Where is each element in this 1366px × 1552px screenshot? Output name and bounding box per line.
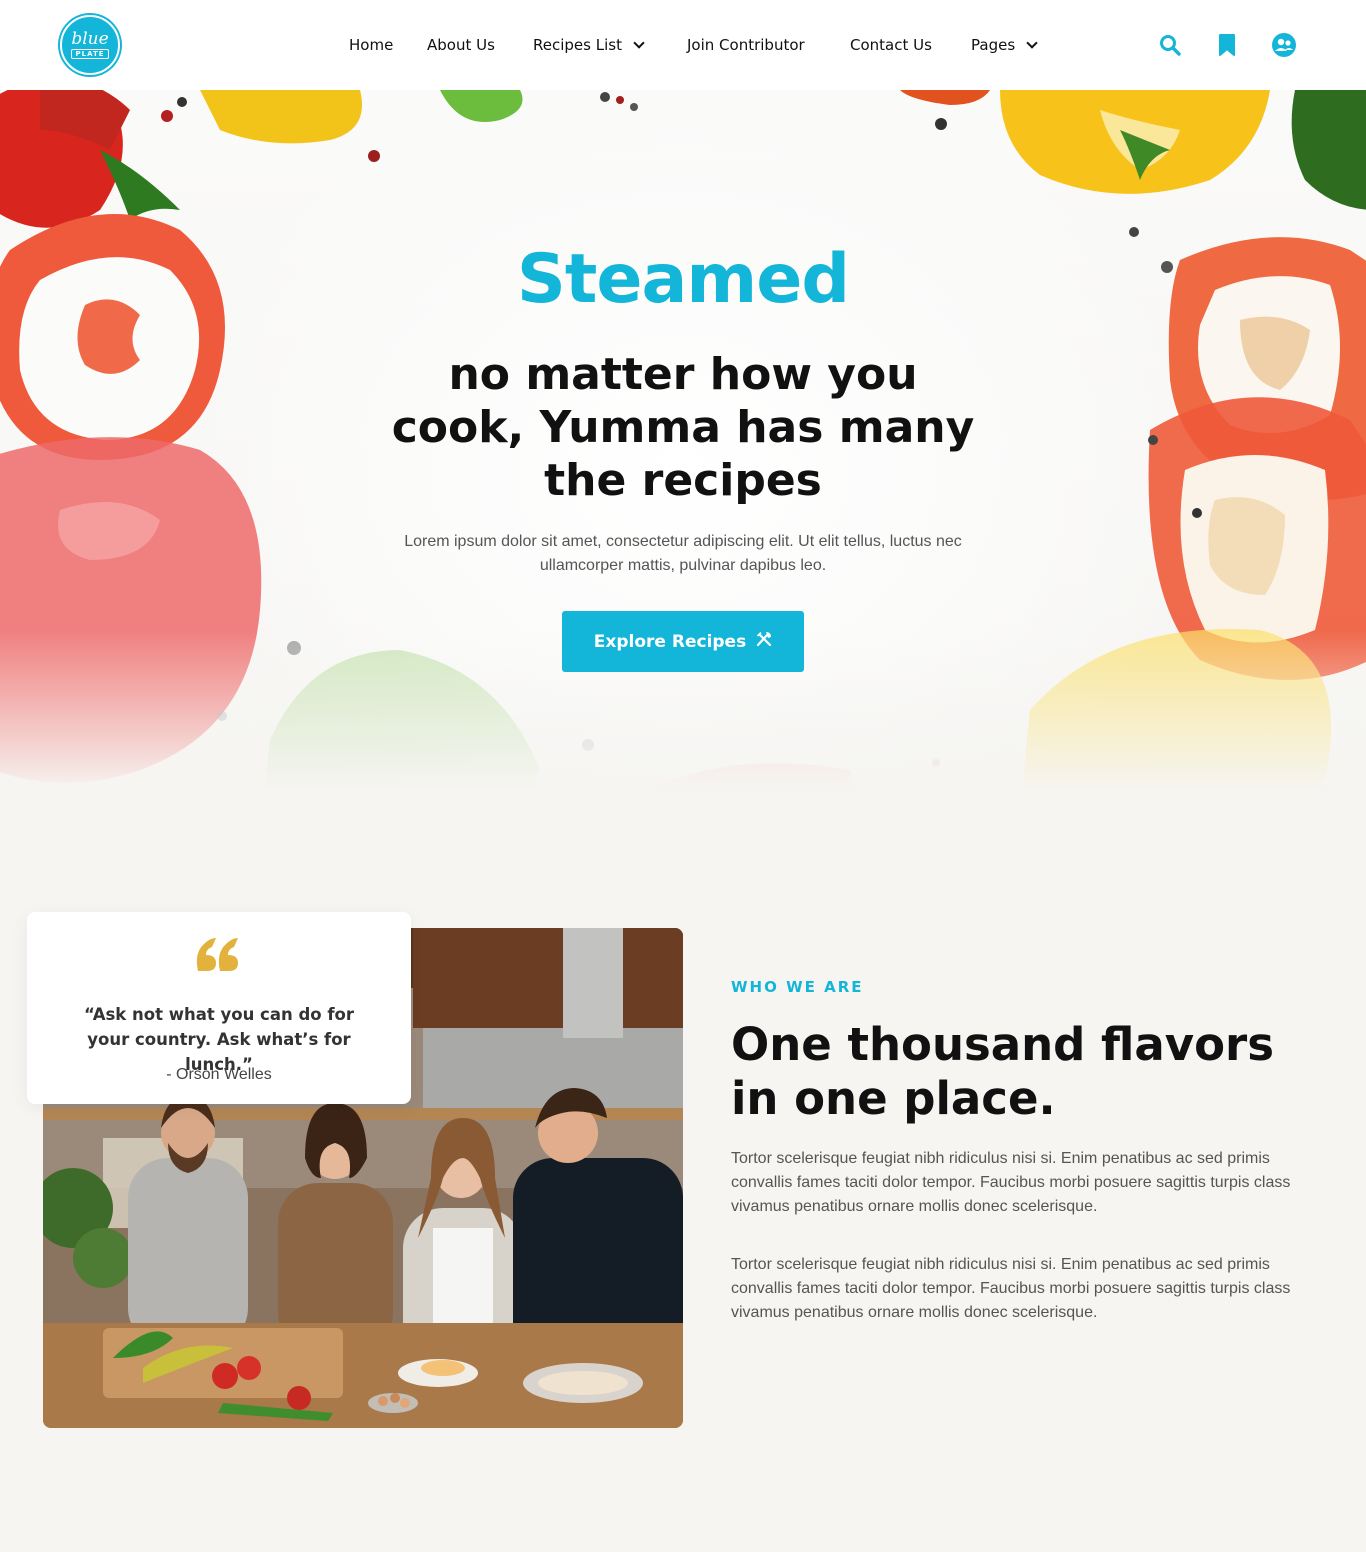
nav-item-label: Pages xyxy=(971,36,1016,54)
nav-item-pages[interactable]: Pages xyxy=(971,34,1038,56)
search-icon[interactable] xyxy=(1157,31,1183,59)
nav-item-join-contributor[interactable]: Join Contributor xyxy=(687,34,805,56)
nav-item-label: Recipes List xyxy=(533,36,622,54)
quote-card: “Ask not what you can do for your countr… xyxy=(27,912,411,1104)
about-paragraph: Tortor scelerisque feugiat nibh ridiculu… xyxy=(731,1150,1291,1215)
logo-subtext: PLATE xyxy=(71,49,109,59)
about-paragraph: Tortor scelerisque feugiat nibh ridiculu… xyxy=(731,1256,1291,1321)
site-logo[interactable]: blue PLATE xyxy=(60,15,120,75)
nav-item-about-us[interactable]: About Us xyxy=(427,34,495,56)
user-icon[interactable] xyxy=(1271,31,1297,59)
chevron-down-icon xyxy=(1026,36,1038,49)
chevron-down-icon xyxy=(633,36,645,49)
about-title: One thousand flavors in one place. xyxy=(731,1018,1274,1125)
nav-item-contact-us[interactable]: Contact Us xyxy=(850,34,932,56)
utensils-icon xyxy=(756,631,772,652)
nav-item-home[interactable]: Home xyxy=(349,34,393,56)
site-header: blue PLATE Home About Us Recipes List Jo… xyxy=(0,0,1366,90)
nav-item-label: About Us xyxy=(427,36,495,54)
nav-item-label: Contact Us xyxy=(850,36,932,54)
hero-title: Steamed xyxy=(516,240,850,319)
nav-item-label: Join Contributor xyxy=(687,36,805,54)
section-eyebrow: WHO WE ARE xyxy=(731,978,864,996)
hero-heading: no matter how you cook, Yumma has many t… xyxy=(391,349,975,506)
hero-description: Lorem ipsum dolor sit amet, consectetur … xyxy=(404,533,962,574)
quote-mark-icon xyxy=(27,937,411,973)
bookmark-icon[interactable] xyxy=(1214,31,1240,59)
nav-item-label: Home xyxy=(349,36,394,54)
nav-item-recipes-list[interactable]: Recipes List xyxy=(533,34,645,56)
logo-text: blue xyxy=(71,29,109,49)
hero-section: Steamed no matter how you cook, Yumma ha… xyxy=(0,90,1366,810)
explore-recipes-label: Explore Recipes xyxy=(593,631,747,652)
explore-recipes-button[interactable]: Explore Recipes xyxy=(562,611,804,672)
quote-author: - Orson Welles xyxy=(166,1066,272,1083)
